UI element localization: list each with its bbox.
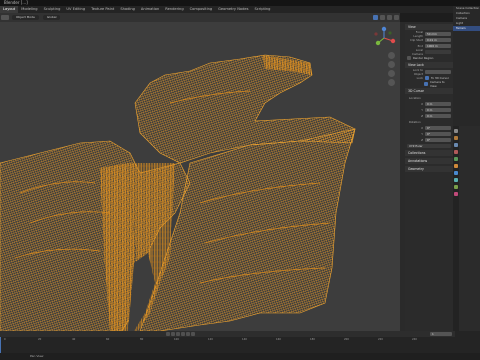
timeline-tick: 40 <box>72 338 76 341</box>
viewport-header: Object Mode Global <box>0 13 400 22</box>
focal-length-field[interactable]: 50 mm <box>425 31 451 36</box>
timeline-tick: 200 <box>344 338 349 341</box>
jump-end-icon[interactable] <box>190 332 195 336</box>
3d-viewport[interactable] <box>0 13 400 331</box>
workspace-tabs: Layout Modeling Sculpting UV Editing Tex… <box>0 6 480 13</box>
modifier-tab-icon[interactable] <box>454 171 458 175</box>
rotation-label: Rotation <box>409 119 421 124</box>
focal-length-label: Focal Length <box>413 29 423 38</box>
timeline-tick: 0 <box>4 338 6 341</box>
tab-sculpting[interactable]: Sculpting <box>41 6 64 13</box>
playhead[interactable] <box>0 337 1 353</box>
status-bar: Pan View <box>0 353 480 360</box>
cursor-y-field[interactable]: 0 m <box>425 107 451 112</box>
camera-to-view-label: Camera to View <box>429 79 445 88</box>
lock-to-object-label: Lock to Object <box>412 67 423 76</box>
object-mode-dropdown[interactable]: Object Mode <box>12 15 39 20</box>
properties-tabs <box>453 126 459 331</box>
outliner: Scene Collection Collection Camera Light… <box>453 6 480 126</box>
object-tab-icon[interactable] <box>454 164 458 168</box>
tab-shading[interactable]: Shading <box>117 6 138 13</box>
camera-icon[interactable] <box>388 70 395 77</box>
current-frame-field[interactable]: 1 <box>430 332 452 336</box>
rotation-mode-dropdown[interactable]: XYZ Euler <box>407 143 451 148</box>
z-axis-handle <box>381 26 387 32</box>
tab-layout[interactable]: Layout <box>0 6 19 13</box>
playback-controls <box>150 331 210 337</box>
physics-tab-icon[interactable] <box>454 178 458 182</box>
3d-cursor-header[interactable]: 3D Cursor <box>405 88 453 94</box>
tool-tab-icon[interactable] <box>454 129 458 133</box>
view-sidebar: View Focal Length 50 mm Clip Start 0.01 m … <box>405 22 453 331</box>
y-axis-handle <box>375 40 381 46</box>
terrain-wireframe <box>0 54 356 331</box>
timeline-tick: 180 <box>310 338 315 341</box>
editor-type-button[interactable] <box>1 15 9 20</box>
grid-icon[interactable] <box>388 79 395 86</box>
geometry-header[interactable]: Geometry <box>405 166 453 172</box>
shading-solid-button[interactable] <box>380 15 385 20</box>
orientation-dropdown[interactable]: Global <box>42 15 61 20</box>
lock-label: Lock <box>416 75 423 80</box>
tab-texture-paint[interactable]: Texture Paint <box>88 6 117 13</box>
timeline-tick: 140 <box>242 338 247 341</box>
cursor-ry-field[interactable]: 0° <box>425 131 451 136</box>
prev-keyframe-icon[interactable] <box>170 332 175 336</box>
play-reverse-icon[interactable] <box>175 332 180 336</box>
data-tab-icon[interactable] <box>454 185 458 189</box>
cursor-z-field[interactable]: 0 m <box>425 113 451 118</box>
tab-compositing[interactable]: Compositing <box>187 6 216 13</box>
clip-start-label: Clip Start <box>409 37 423 42</box>
tab-uv-editing[interactable]: UV Editing <box>63 6 88 13</box>
timeline-tick: 120 <box>208 338 213 341</box>
status-text: Pan View <box>30 354 44 358</box>
tab-animation[interactable]: Animation <box>138 6 162 13</box>
tab-geometry-nodes[interactable]: Geometry Nodes <box>215 6 251 13</box>
collections-header[interactable]: Collections <box>405 150 453 156</box>
navigation-gizmo[interactable] <box>372 26 396 50</box>
to-3d-cursor-checkbox[interactable] <box>425 75 429 80</box>
timeline-tick: 240 <box>412 338 417 341</box>
output-tab-icon[interactable] <box>454 143 458 147</box>
timeline-tick: 60 <box>106 338 110 341</box>
render-region-label: Render Region <box>413 55 434 60</box>
play-icon[interactable] <box>180 332 185 336</box>
tab-rendering[interactable]: Rendering <box>162 6 186 13</box>
material-tab-icon[interactable] <box>454 192 458 196</box>
pan-hand-icon[interactable] <box>388 61 395 68</box>
tab-modeling[interactable]: Modeling <box>18 6 40 13</box>
view-nav-buttons <box>388 52 396 88</box>
render-tab-icon[interactable] <box>454 136 458 140</box>
timeline-tick: 160 <box>276 338 281 341</box>
shading-rendered-button[interactable] <box>394 15 399 20</box>
tab-scripting[interactable]: Scripting <box>251 6 273 13</box>
world-tab-icon[interactable] <box>454 157 458 161</box>
shading-material-button[interactable] <box>387 15 392 20</box>
lock-to-object-field[interactable] <box>425 69 451 74</box>
cursor-x-field[interactable]: 0 m <box>425 101 451 106</box>
location-label: Location <box>409 95 421 100</box>
camera-to-view-checkbox[interactable] <box>424 81 428 86</box>
timeline-tick: 80 <box>140 338 144 341</box>
shading-wireframe-button[interactable] <box>373 15 378 20</box>
local-camera-label: Local Camera <box>412 47 423 56</box>
local-camera-field[interactable] <box>425 49 451 54</box>
annotations-header[interactable]: Annotations <box>405 158 453 164</box>
timeline-tick: 20 <box>38 338 42 341</box>
scene-tab-icon[interactable] <box>454 150 458 154</box>
next-keyframe-icon[interactable] <box>185 332 190 336</box>
clip-end-field[interactable]: 1000 m <box>425 43 451 48</box>
cursor-rz-field[interactable]: 0° <box>425 137 451 142</box>
render-region-checkbox[interactable] <box>407 55 411 60</box>
jump-start-icon[interactable] <box>165 332 170 336</box>
outliner-item-selected[interactable]: Terrain <box>453 26 480 31</box>
clip-start-field[interactable]: 0.01 m <box>425 37 451 42</box>
x-axis-handle <box>390 38 396 44</box>
timeline-tick: 220 <box>378 338 383 341</box>
zoom-icon[interactable] <box>388 52 395 59</box>
timeline-tick: 100 <box>174 338 179 341</box>
cursor-rx-field[interactable]: 0° <box>425 125 451 130</box>
timeline-header <box>0 331 455 337</box>
